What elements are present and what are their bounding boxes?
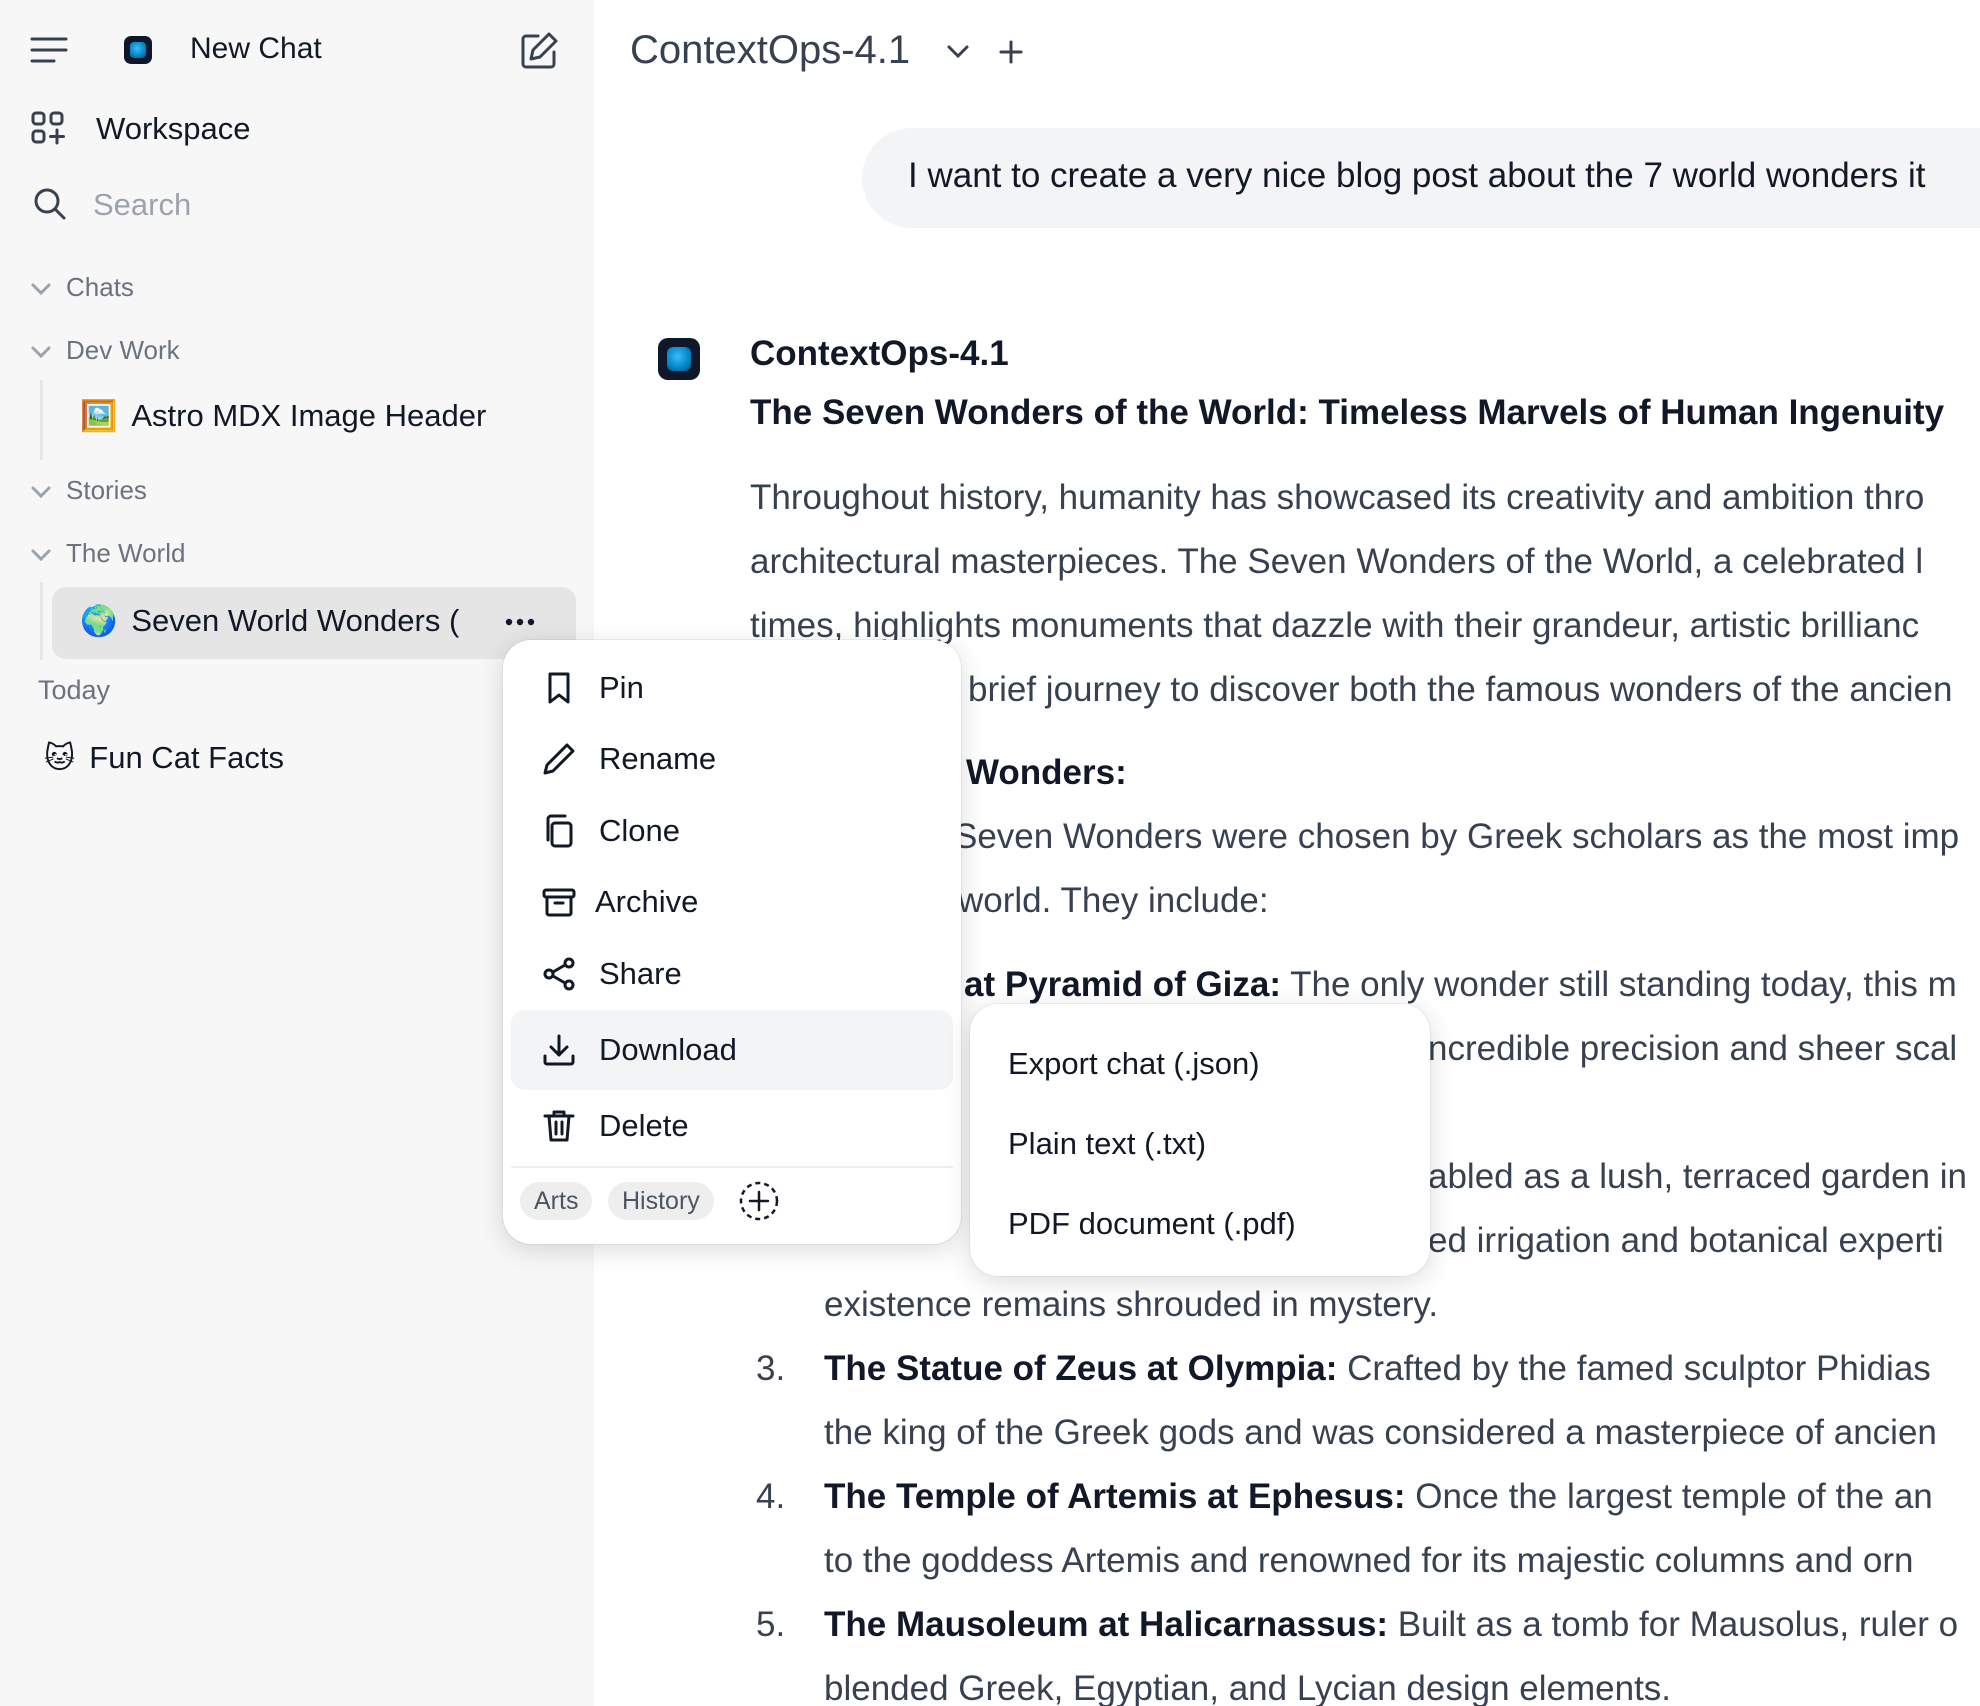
cat-emoji-icon: 🐱 (44, 741, 76, 775)
add-tag-icon[interactable] (738, 1180, 780, 1222)
app-logo-icon (124, 36, 152, 64)
copy-icon (541, 813, 577, 849)
menu-item-delete[interactable]: Delete (511, 1090, 953, 1162)
folder-name: Chats (66, 271, 134, 302)
list-item-text: Crafted by the famed sculptor Phidias (1337, 1349, 1931, 1388)
picture-emoji-icon: 🖼️ (80, 399, 118, 433)
chat-title: Astro MDX Image Header (131, 398, 487, 433)
tag-arts[interactable]: Arts (520, 1182, 593, 1220)
folder-name: Stories (66, 474, 147, 505)
menu-item-clone[interactable]: Clone (511, 795, 953, 867)
list-item-continuation: blended Greek, Egyptian, and Lycian desi… (824, 1669, 1672, 1706)
menu-item-label: Rename (599, 741, 717, 776)
chat-context-menu: Pin Rename Clone Archive Share Download … (503, 640, 961, 1244)
folder-guide-line (40, 380, 43, 460)
download-icon (541, 1032, 577, 1068)
menu-item-pin[interactable]: Pin (511, 652, 953, 724)
list-item-title: The Statue of Zeus at Olympia: (824, 1349, 1338, 1388)
response-paragraph-line: architectural masterpieces. The Seven Wo… (750, 542, 1924, 581)
folder-stories[interactable]: Stories (30, 470, 147, 510)
list-item-continuation: to the goddess Artemis and renowned for … (824, 1541, 1914, 1580)
chat-title: Seven World Wonders ( (131, 603, 460, 638)
export-json-option[interactable]: Export chat (.json) (1008, 1046, 1260, 1082)
list-item-1: at Pyramid of Giza: The only wonder stil… (964, 965, 1957, 1005)
export-txt-option[interactable]: Plain text (.txt) (1008, 1126, 1206, 1162)
archive-icon (541, 884, 577, 920)
assistant-avatar (658, 338, 700, 380)
compose-icon[interactable] (518, 30, 560, 72)
model-selector[interactable]: ContextOps-4.1 (630, 28, 910, 73)
menu-item-download[interactable]: Download (511, 1010, 953, 1090)
response-heading: The Seven Wonders of the World: Timeless… (750, 393, 1945, 432)
pencil-icon (541, 741, 577, 777)
tag-history[interactable]: History (608, 1182, 714, 1220)
list-number: 4. (756, 1477, 786, 1516)
list-number: 5. (756, 1605, 786, 1644)
user-message-text: I want to create a very nice blog post a… (908, 156, 1926, 195)
globe-emoji-icon: 🌍 (80, 604, 118, 638)
menu-toggle-icon[interactable] (30, 36, 68, 64)
chevron-down-icon (30, 538, 52, 569)
list-item-text: Built as a tomb for Mausolus, ruler o (1388, 1605, 1959, 1644)
response-paragraph-line: Throughout history, humanity has showcas… (750, 478, 1925, 517)
chevron-down-icon[interactable] (946, 44, 970, 60)
section-heading: Wonders: (966, 753, 1127, 792)
response-paragraph-line: world. They include: (958, 881, 1269, 920)
chevron-down-icon (30, 272, 52, 303)
section-label-today: Today (38, 675, 111, 705)
menu-item-label: Share (599, 956, 682, 991)
list-item-continuation: existence remains shrouded in mystery. (824, 1285, 1439, 1324)
list-item-title: The Temple of Artemis at Ephesus: (824, 1477, 1406, 1516)
list-item-fragment: abled as a lush, terraced garden in (1428, 1157, 1967, 1196)
list-item-text: Once the largest temple of the an (1405, 1477, 1933, 1516)
list-item-title: at Pyramid of Giza: (964, 965, 1282, 1004)
list-item-continuation: the king of the Greek gods and was consi… (824, 1413, 1937, 1452)
chat-item-seven-world-wonders-label[interactable]: 🌍 Seven World Wonders ( (80, 603, 480, 639)
bookmark-icon (541, 670, 577, 706)
workspace-link[interactable]: Workspace (96, 111, 251, 147)
export-pdf-option[interactable]: PDF document (.pdf) (1008, 1206, 1296, 1242)
chat-item-astro-mdx[interactable]: 🖼️ Astro MDX Image Header (80, 398, 486, 434)
user-message-bubble: I want to create a very nice blog post a… (862, 128, 1980, 228)
chevron-down-icon (30, 335, 52, 366)
list-item-text: The only wonder still standing today, th… (1281, 965, 1957, 1004)
menu-item-label: Download (599, 1032, 737, 1067)
add-model-icon[interactable] (999, 40, 1023, 64)
chevron-down-icon (30, 475, 52, 506)
list-item-3: The Statue of Zeus at Olympia: Crafted b… (824, 1349, 1931, 1389)
chat-item-fun-cat-facts[interactable]: 🐱 Fun Cat Facts (44, 740, 284, 776)
list-item-5: The Mausoleum at Halicarnassus: Built as… (824, 1605, 1958, 1645)
menu-item-label: Pin (599, 670, 644, 705)
more-options-icon[interactable] (505, 615, 535, 629)
menu-item-rename[interactable]: Rename (511, 723, 953, 795)
download-submenu: Export chat (.json) Plain text (.txt) PD… (970, 1004, 1430, 1276)
share-icon (541, 956, 577, 992)
menu-item-label: Clone (599, 813, 680, 848)
workspace-icon[interactable] (30, 110, 66, 146)
folder-name: Dev Work (66, 334, 180, 365)
menu-item-label: Archive (595, 884, 699, 919)
response-paragraph-line: Seven Wonders were chosen by Greek schol… (954, 817, 1960, 856)
list-item-4: The Temple of Artemis at Ephesus: Once t… (824, 1477, 1933, 1517)
list-item-continuation: ncredible precision and sheer scal (1428, 1029, 1958, 1068)
list-number: 3. (756, 1349, 786, 1388)
trash-icon (541, 1108, 577, 1144)
list-item-title: The Mausoleum at Halicarnassus: (824, 1605, 1389, 1644)
search-icon (33, 187, 67, 221)
search-input[interactable]: Search (93, 187, 191, 223)
folder-chats[interactable]: Chats (30, 267, 134, 307)
folder-the-world[interactable]: The World (30, 533, 185, 573)
menu-item-label: Delete (599, 1108, 689, 1143)
folder-name: The World (66, 537, 186, 568)
chat-title: Fun Cat Facts (89, 740, 284, 775)
menu-divider (511, 1166, 953, 1168)
menu-item-share[interactable]: Share (511, 938, 953, 1010)
menu-item-archive[interactable]: Archive (511, 866, 953, 938)
list-item-fragment: ed irrigation and botanical experti (1428, 1221, 1944, 1260)
response-paragraph-line: brief journey to discover both the famou… (968, 670, 1953, 709)
folder-guide-line (40, 582, 43, 660)
new-chat-label[interactable]: New Chat (190, 32, 322, 66)
folder-dev-work[interactable]: Dev Work (30, 330, 180, 370)
assistant-name: ContextOps-4.1 (750, 334, 1009, 373)
